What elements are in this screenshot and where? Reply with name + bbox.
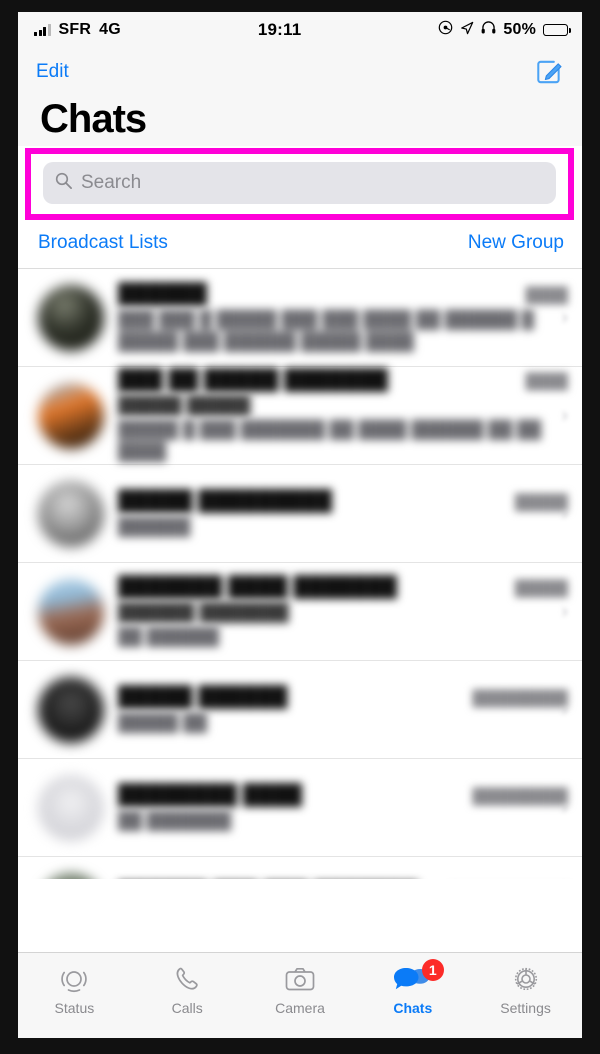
chat-list[interactable]: ██████ ████ ███ ███ █ █████ ███ ███ ████ █… (18, 269, 582, 879)
carrier-name: SFR (58, 21, 92, 38)
headphones-icon (481, 21, 496, 39)
chat-title: ███████ ████ ███████ (118, 575, 398, 599)
chat-preview: ██ ██████ (118, 627, 220, 647)
chat-title: █████ █████████ (118, 489, 333, 513)
chat-row-header: ██████ ████ (118, 282, 568, 306)
tab-calls-label: Calls (171, 1000, 203, 1016)
chat-timestamp: █████ (514, 580, 568, 598)
chats-unread-badge: 1 (421, 959, 444, 981)
status-bar-left: SFR 4G (34, 21, 121, 39)
phone-screen: SFR 4G 19:11 50% Edit Chats Search Broad… (18, 12, 582, 1038)
chat-preview: ██ ███████ (118, 811, 232, 831)
chat-row-header: █████ ██████ █████████ (118, 685, 568, 709)
phone-bezel: SFR 4G 19:11 50% Edit Chats Search Broad… (0, 0, 600, 1054)
chat-title: ███ ██ █████ ███████ (118, 368, 389, 392)
chevron-right-icon: › (561, 502, 568, 524)
chat-row-content: ███ ██ █████ ███████ ████ █████ █████ █████… (118, 368, 568, 463)
chevron-right-icon: › (561, 404, 568, 426)
chevron-right-icon: › (561, 600, 568, 622)
status-bar-clock: 19:11 (257, 20, 302, 39)
avatar (38, 676, 104, 743)
network-type: 4G (99, 21, 121, 38)
list-actions-row: Broadcast Lists New Group (18, 220, 582, 269)
tab-chats[interactable]: 1 Chats (356, 959, 469, 1016)
chat-bubbles-icon: 1 (393, 959, 444, 996)
chat-list-item[interactable]: ███ ██ █████ ███████ ████ █████ █████ █████… (18, 367, 582, 465)
chat-timestamp: █████████ (472, 788, 568, 806)
compose-icon[interactable] (534, 57, 564, 87)
signal-bars-icon (34, 24, 51, 36)
edit-button[interactable]: Edit (36, 61, 69, 83)
gear-icon (511, 962, 541, 996)
navigation-bar: Edit Chats (18, 48, 582, 146)
search-icon (54, 171, 73, 195)
status-bar-right: 50% (438, 20, 571, 40)
avatar (38, 578, 104, 645)
search-input[interactable]: Search (43, 162, 556, 204)
chat-timestamp: █████ (514, 494, 568, 512)
chat-title: ██████ (118, 282, 208, 306)
chat-row-header: ███████ ████ ███████ █████ (118, 575, 568, 599)
status-bar: SFR 4G 19:11 50% (18, 12, 582, 48)
avatar (38, 872, 104, 879)
chat-list-item[interactable]: ███████ ████ ███████ █████ ██████ ███████ █… (18, 563, 582, 661)
chat-list-item[interactable]: ██████ ███ ███ ███████…████████████████ … (18, 857, 582, 879)
tab-settings[interactable]: Settings (469, 962, 582, 1016)
chevron-right-icon: › (561, 306, 568, 328)
search-placeholder: Search (81, 172, 142, 193)
chat-preview: █████ ██ (118, 713, 208, 733)
chat-list-item[interactable]: ██████ ████ ███ ███ █ █████ ███ ███ ████ █… (18, 269, 582, 367)
chat-preview: ███ ███ █ █████ ███ ███ ████ ██ ██████ █… (118, 310, 534, 351)
tab-camera[interactable]: Camera (244, 962, 357, 1016)
tab-camera-label: Camera (275, 1000, 325, 1016)
avatar (38, 382, 104, 449)
chat-row-content: ██████ ████ ███ ███ █ █████ ███ ███ ████ █… (118, 282, 568, 353)
tab-bar: Status Calls Camera 1 Chats Settings (18, 952, 582, 1038)
tab-settings-label: Settings (500, 1000, 551, 1016)
avatar (38, 284, 104, 351)
chat-title: ████████ ████ (118, 783, 303, 807)
battery-percent-label: 50% (503, 21, 536, 38)
status-rings-icon (59, 962, 89, 996)
location-arrow-icon (460, 21, 474, 40)
new-group-button[interactable]: New Group (468, 232, 564, 254)
chat-row-content: ████████ ████ █████████ ██ ███████ (118, 783, 568, 832)
chevron-right-icon: › (561, 796, 568, 818)
phone-icon (172, 962, 202, 996)
chat-row-content: █████ ██████ █████████ █████ ██ (118, 685, 568, 734)
chevron-right-icon: › (561, 698, 568, 720)
chat-list-item[interactable]: █████ ██████ █████████ █████ ██ › (18, 661, 582, 759)
chat-list-item[interactable]: █████ █████████ █████ ██████ › (18, 465, 582, 563)
chat-timestamp: ████ (525, 287, 568, 305)
camera-icon (284, 962, 316, 996)
chat-row-header: ███ ██ █████ ███████ ████ (118, 368, 568, 392)
tab-chats-label: Chats (393, 1000, 433, 1016)
chat-sender: ██████ ███████ (118, 602, 289, 623)
broadcast-lists-button[interactable]: Broadcast Lists (38, 232, 168, 254)
chat-row-header: █████ █████████ █████ (118, 489, 568, 513)
chat-row-content: █████ █████████ █████ ██████ (118, 489, 568, 538)
alarm-icon (438, 20, 453, 40)
battery-icon (543, 24, 571, 36)
chat-preview: █████ █ ███ ███████ ██ ████ ██████ ██ ██… (118, 420, 542, 461)
chat-preview: ██████ (118, 517, 191, 537)
chat-timestamp: ████ (525, 373, 568, 391)
tab-calls[interactable]: Calls (131, 962, 244, 1016)
tab-status[interactable]: Status (18, 962, 131, 1016)
chat-sender: █████ █████ (118, 395, 251, 416)
avatar (38, 480, 104, 547)
chat-row-content: ███████ ████ ███████ █████ ██████ ███████ █… (118, 575, 568, 648)
tab-status-label: Status (54, 1000, 95, 1016)
chat-timestamp: █████████ (472, 690, 568, 708)
avatar (38, 774, 104, 841)
nav-row: Edit (36, 54, 564, 90)
page-title: Chats (40, 97, 147, 141)
chat-list-item[interactable]: ████████ ████ █████████ ██ ███████ › (18, 759, 582, 857)
chat-title: █████ ██████ (118, 685, 288, 709)
search-highlight-box: Search (25, 148, 574, 220)
chat-row-header: ████████ ████ █████████ (118, 783, 568, 807)
